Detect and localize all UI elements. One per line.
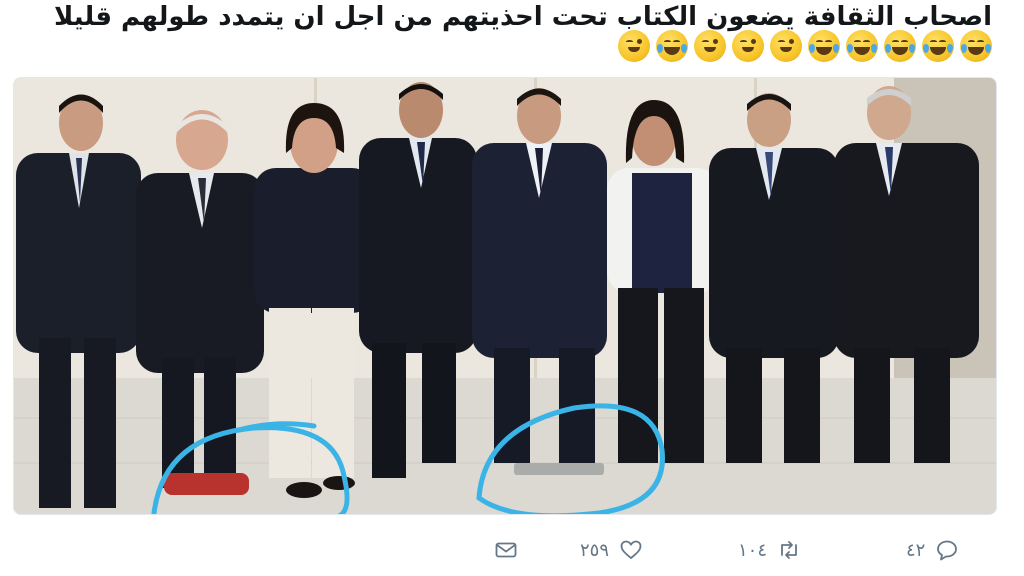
envelope-icon [495, 542, 517, 558]
winking-face-icon [770, 30, 802, 62]
tears-of-joy-icon [656, 30, 688, 62]
heart-icon [620, 540, 642, 560]
like-count: ٢٥٩ [580, 539, 610, 561]
tweet-actions: ٢٥٩ ١٠٤ ٤٢ [0, 528, 1024, 568]
tears-of-joy-icon [808, 30, 840, 62]
tears-of-joy-icon [922, 30, 954, 62]
tears-of-joy-icon [960, 30, 992, 62]
tweet-photo[interactable] [13, 77, 997, 515]
like-button[interactable]: ٢٥٩ [580, 538, 643, 562]
tweet: اصحاب الثقافة يضعون الكتاب تحت احذيتهم م… [0, 0, 1024, 576]
retweet-icon [781, 541, 797, 559]
winking-face-icon [732, 30, 764, 62]
tears-of-joy-icon [846, 30, 878, 62]
retweet-count: ١٠٤ [738, 539, 768, 561]
group-photo-illustration [14, 78, 996, 514]
winking-face-icon [694, 30, 726, 62]
winking-face-icon [618, 30, 650, 62]
message-button[interactable] [494, 538, 518, 562]
reply-icon [937, 540, 958, 561]
tweet-text: اصحاب الثقافة يضعون الكتاب تحت احذيتهم م… [54, 2, 992, 32]
emoji-row [618, 30, 992, 62]
reply-count: ٤٢ [906, 539, 926, 561]
reply-button[interactable]: ٤٢ [906, 538, 959, 562]
retweet-button[interactable]: ١٠٤ [738, 538, 801, 562]
tears-of-joy-icon [884, 30, 916, 62]
